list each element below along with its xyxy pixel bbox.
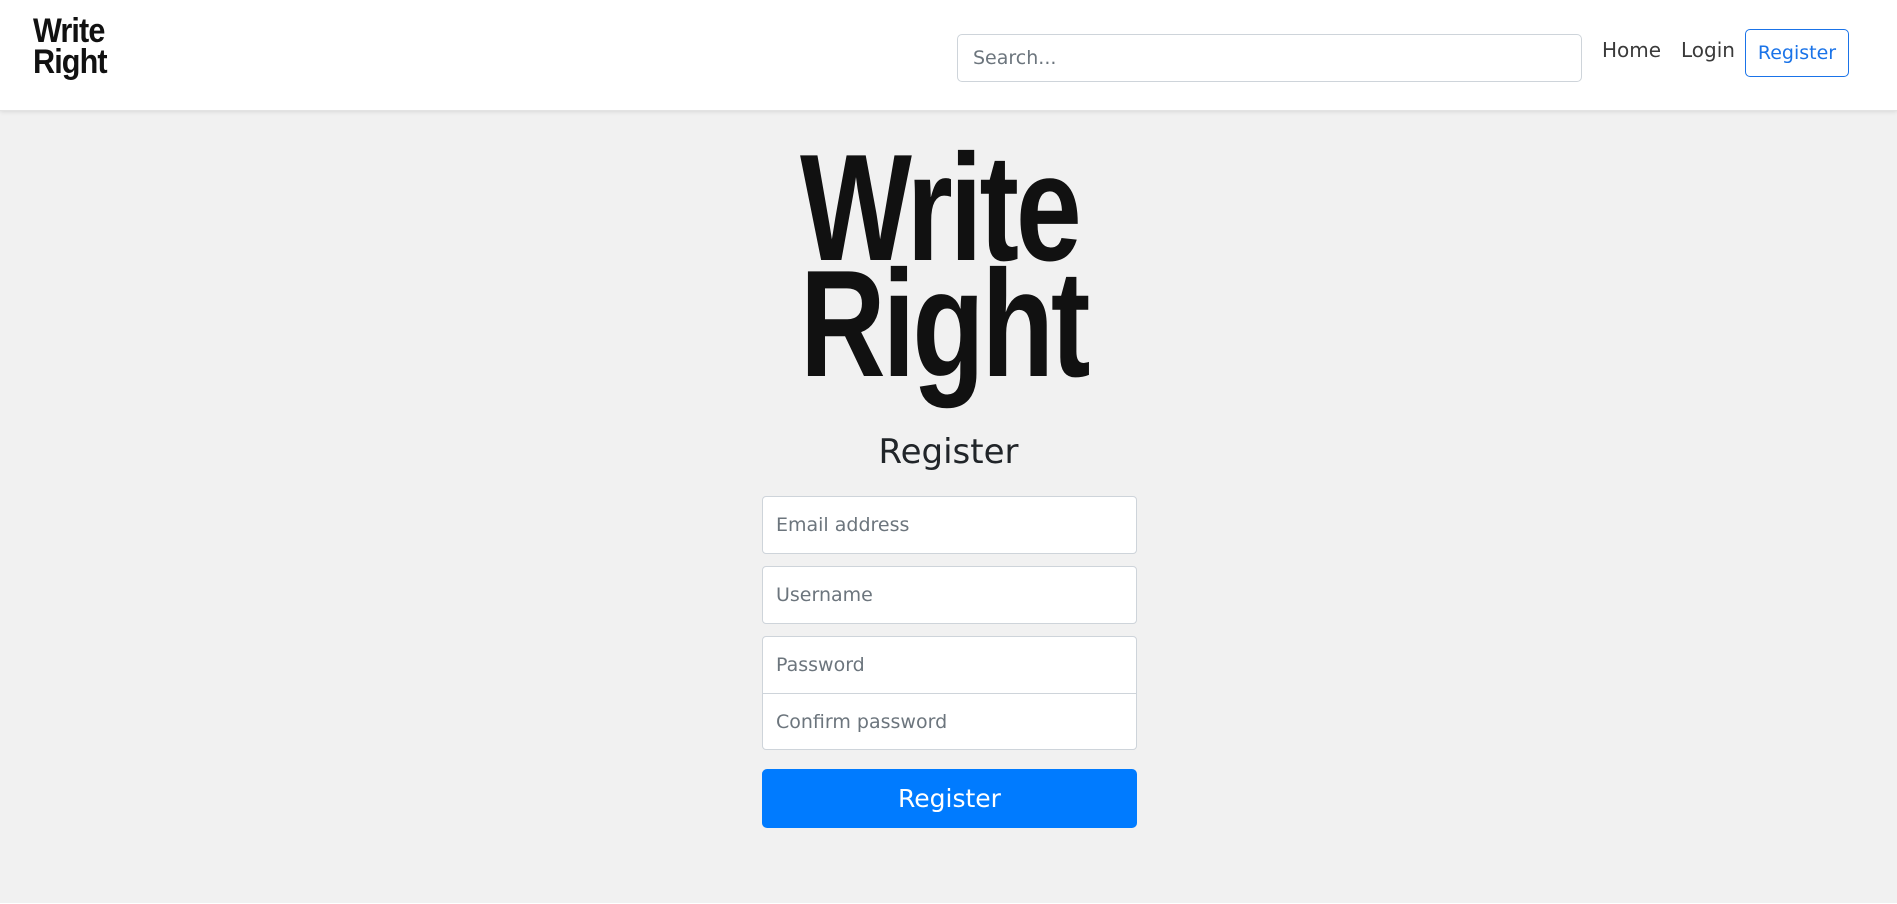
username-field[interactable] — [762, 566, 1137, 624]
search-input[interactable] — [957, 34, 1582, 82]
nav-logo[interactable]: Write Right — [33, 14, 113, 82]
register-submit-button[interactable]: Register — [762, 769, 1137, 828]
main-logo-line2: Right — [800, 239, 1090, 409]
page-title: Register — [878, 432, 1019, 472]
confirm-password-field[interactable] — [762, 693, 1137, 750]
email-field[interactable] — [762, 496, 1137, 554]
nav-login-link[interactable]: Login — [1681, 38, 1735, 62]
navbar: Write Right Home Login Register — [0, 0, 1897, 111]
main-logo: Write Right — [800, 132, 1110, 415]
password-field[interactable] — [762, 636, 1137, 694]
nav-logo-line2: Right — [33, 43, 108, 81]
nav-home-link[interactable]: Home — [1602, 38, 1661, 62]
nav-register-button[interactable]: Register — [1745, 29, 1849, 77]
